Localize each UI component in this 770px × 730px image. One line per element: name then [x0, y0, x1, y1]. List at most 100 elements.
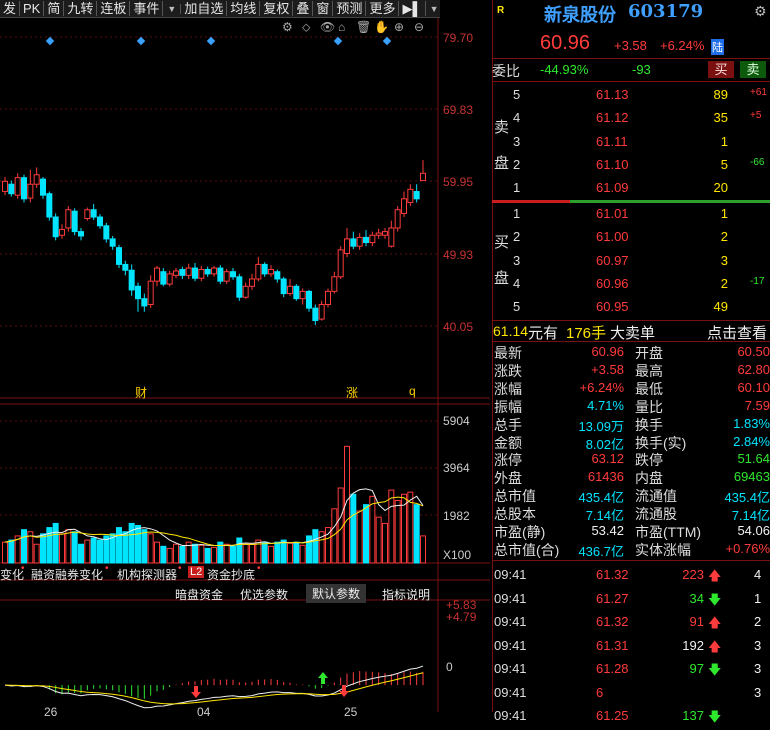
tick-time: 09:41 — [494, 684, 527, 700]
tab-institution-detector[interactable]: 机构探测器 — [117, 566, 177, 583]
default-params-button[interactable]: 默认参数 — [306, 584, 367, 603]
toolbar-item[interactable]: 连板 — [97, 1, 131, 16]
toolbar-item[interactable]: PK — [20, 1, 45, 16]
candle-body — [287, 285, 293, 295]
toolbar-item[interactable]: 窗 — [313, 1, 334, 16]
level-change: +5 — [750, 110, 762, 122]
tab-margin-change[interactable]: 融资融券变化 — [31, 566, 103, 583]
candle-body — [337, 249, 344, 278]
ask-row[interactable]: 2 61.10 5 -66 — [492, 154, 770, 177]
volume-bar — [230, 545, 236, 564]
level-number: 3 — [513, 252, 521, 268]
tick-row: 09:41 6 3 — [492, 681, 770, 705]
candle-body — [401, 198, 407, 214]
event-marker-cai[interactable]: 财 — [135, 384, 147, 401]
volume-bar — [382, 522, 388, 564]
stats-row: 外盘 61436 内盘 69463 — [492, 468, 770, 486]
weibi-pct: -44.93% — [540, 62, 589, 77]
candle-body — [261, 263, 268, 275]
candle-body — [27, 183, 34, 199]
stat-value: 60.10 — [737, 379, 770, 395]
toolbar-item[interactable]: 事件 — [130, 1, 164, 16]
event-marker-q[interactable]: q — [409, 384, 416, 398]
indicator-help-button[interactable]: 指标说明 — [382, 586, 430, 603]
bid-row[interactable]: 5 60.95 49 — [492, 296, 770, 319]
candle-body — [40, 178, 46, 196]
candle-body — [363, 236, 369, 244]
candle-body — [394, 209, 401, 229]
tab-fund-bottom[interactable]: 资金抄底 — [207, 566, 255, 583]
toolbar-item[interactable]: 更多 — [366, 1, 400, 16]
toolbar-item[interactable]: 均线 — [227, 1, 261, 16]
stat-value: 51.64 — [737, 451, 770, 467]
level-price: 60.96 — [596, 275, 629, 291]
volume-bar — [261, 541, 268, 564]
volume-bar — [413, 504, 420, 564]
ticks-separator — [492, 560, 770, 561]
market-tag: 陆 — [711, 39, 724, 55]
level-volume: 2 — [720, 229, 728, 245]
bid-row[interactable]: 3 60.97 3 — [492, 250, 770, 273]
ask-row[interactable]: 3 61.11 1 — [492, 131, 770, 154]
volume-bar — [280, 539, 287, 564]
bid-row[interactable]: 4 60.96 2 -17 — [492, 273, 770, 296]
toolbar-item[interactable]: 九转 — [64, 1, 98, 16]
sell-button[interactable]: 卖 — [740, 61, 766, 78]
tick-extra: 1 — [754, 590, 762, 606]
volume-bar — [147, 533, 154, 564]
stat-value: 61436 — [587, 469, 624, 485]
level-price: 61.09 — [596, 180, 629, 196]
ask-row[interactable]: 4 61.12 35 +5 — [492, 107, 770, 130]
candle-body — [33, 174, 40, 185]
toolbar-item[interactable]: ▼ — [426, 4, 440, 14]
buy-signal-icon — [339, 685, 349, 697]
indicator-tabbar: 变化 • 融资融券变化 • 机构探测器 • L2 资金抄底 • — [0, 563, 490, 583]
kline-chart[interactable] — [0, 18, 490, 712]
level-price: 61.01 — [596, 206, 629, 221]
stat-label: 总市值(合) — [494, 541, 560, 558]
level-volume: 1 — [720, 206, 728, 221]
toolbar-item[interactable]: 复权 — [260, 1, 294, 16]
stat-value: +0.76% — [725, 540, 770, 556]
ask-row[interactable]: 1 61.09 20 — [492, 177, 770, 200]
settings-icon[interactable]: ⚙ — [754, 3, 767, 20]
volume-bar — [8, 539, 15, 564]
stat-value: 1.83% — [733, 415, 770, 431]
bid-row[interactable]: 2 61.00 2 — [492, 226, 770, 249]
toolbar-item[interactable]: 叠 — [293, 1, 314, 16]
toolbar-item[interactable]: 简 — [44, 1, 65, 16]
optimized-params-button[interactable]: 优选参数 — [240, 586, 288, 603]
buy-signal-icon — [191, 686, 201, 698]
event-diamond-icon — [382, 36, 392, 46]
level-number: 5 — [513, 299, 521, 315]
tick-row: 09:41 61.25 137 🡇 — [492, 704, 770, 728]
level-number: 2 — [513, 156, 521, 172]
toolbar-item[interactable]: 加自选 — [181, 1, 228, 16]
level-price: 60.97 — [596, 252, 629, 268]
ask-row[interactable]: 5 61.13 89 +61 — [492, 84, 770, 107]
big-order-link[interactable]: 点击查看 — [707, 322, 767, 343]
stats-row: 总手 13.09万 换手 1.83% — [492, 415, 770, 434]
level-change: -66 — [750, 156, 765, 168]
stat-value: +3.58 — [591, 361, 624, 377]
tick-price: 61.32 — [596, 614, 629, 629]
level-volume: 5 — [720, 156, 728, 172]
volume-bar — [287, 542, 293, 564]
toolbar-item[interactable]: 发 — [0, 1, 21, 16]
candle-body — [128, 269, 135, 291]
big-order-unit: 元有 — [528, 325, 559, 342]
volume-tick: 5904 — [443, 414, 470, 428]
dark-fund-button[interactable]: 暗盘资金 — [175, 586, 223, 603]
candle-body — [274, 271, 281, 280]
level-price: 61.11 — [596, 133, 628, 149]
event-marker-zhang[interactable]: 涨 — [346, 384, 358, 401]
bid-row[interactable]: 1 61.01 1 — [492, 203, 770, 226]
volume-bar — [420, 535, 426, 564]
toolbar-item[interactable]: 预测 — [333, 1, 367, 16]
candle-body — [223, 271, 230, 282]
toolbar-item[interactable]: ▼ — [163, 3, 182, 14]
buy-button[interactable]: 买 — [708, 61, 734, 78]
tick-row: 09:41 61.27 34 🡇 1 — [492, 587, 770, 611]
level-price: 60.95 — [596, 299, 629, 315]
toolbar-item[interactable]: ▶▌ — [399, 1, 426, 16]
